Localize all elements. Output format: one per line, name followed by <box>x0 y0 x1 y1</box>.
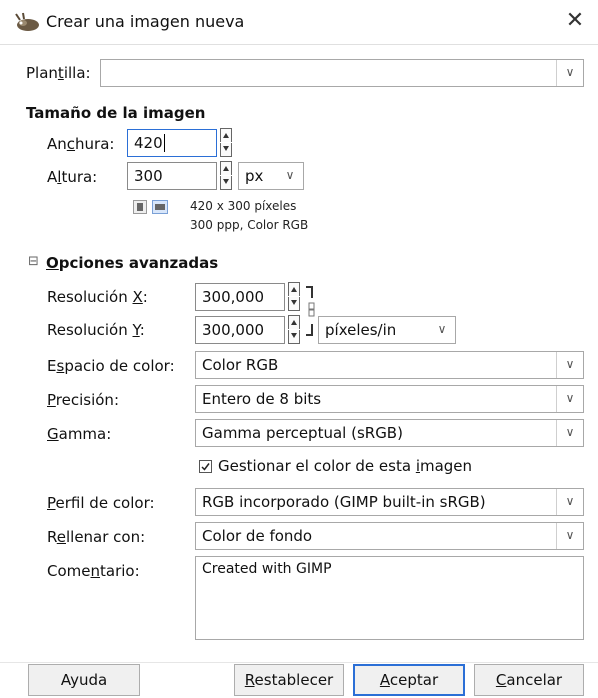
fill-with-select[interactable]: Color de fondo ∨ <box>195 522 584 550</box>
chevron-down-icon: ∨ <box>556 352 583 378</box>
gamma-select[interactable]: Gamma perceptual (sRGB) ∨ <box>195 419 584 447</box>
reset-button[interactable]: Restablecer <box>234 664 344 696</box>
color-profile-select[interactable]: RGB incorporado (GIMP built-in sRGB) ∨ <box>195 488 584 516</box>
color-profile-label: Perfil de color: <box>47 494 155 512</box>
precision-select[interactable]: Entero de 8 bits ∨ <box>195 385 584 413</box>
image-size-heading: Tamaño de la imagen <box>26 104 206 122</box>
template-label: Plantilla: <box>26 64 91 82</box>
height-label: Altura: <box>47 168 98 186</box>
resolution-unit-select[interactable]: píxeles/in ∨ <box>318 316 456 344</box>
comment-value: Created with GIMP <box>202 561 332 577</box>
height-input[interactable]: 300 <box>127 162 217 190</box>
comment-label: Comentario: <box>47 562 140 580</box>
chevron-down-icon: ∨ <box>556 386 583 412</box>
chevron-down-icon: ∨ <box>556 420 583 446</box>
portrait-orientation-icon[interactable] <box>133 200 147 214</box>
image-info-line2: 300 ppp, Color RGB <box>190 218 309 232</box>
comment-textarea[interactable]: Created with GIMP <box>195 556 584 640</box>
resolution-unit-value: píxeles/in <box>325 321 397 339</box>
width-input[interactable]: 420 <box>127 129 217 157</box>
res-y-spinner[interactable] <box>288 315 300 345</box>
colorspace-select[interactable]: Color RGB ∨ <box>195 351 584 379</box>
checkmark-icon <box>201 463 210 471</box>
collapse-toggle-icon[interactable]: ⊟ <box>28 254 39 269</box>
width-spinner[interactable] <box>220 128 232 158</box>
ok-button[interactable]: Aceptar <box>353 664 465 696</box>
precision-value: Entero de 8 bits <box>202 390 322 408</box>
window-title: Crear una imagen nueva <box>46 12 245 31</box>
size-unit-select[interactable]: px ∨ <box>238 162 304 190</box>
chevron-down-icon: ∨ <box>556 523 583 549</box>
manage-color-label[interactable]: Gestionar el color de esta imagen <box>218 457 472 475</box>
chevron-down-icon: ∨ <box>556 60 583 86</box>
cancel-button[interactable]: Cancelar <box>474 664 584 696</box>
res-y-label: Resolución Y: <box>47 321 145 339</box>
landscape-orientation-icon[interactable] <box>152 200 168 214</box>
res-y-input[interactable]: 300,000 <box>195 316 285 344</box>
colorspace-value: Color RGB <box>202 356 279 374</box>
res-x-spinner[interactable] <box>288 282 300 312</box>
gamma-label: Gamma: <box>47 425 112 443</box>
close-icon[interactable]: ✕ <box>562 8 588 34</box>
template-select[interactable]: ∨ <box>100 59 584 87</box>
gimp-wilber-icon <box>15 12 39 31</box>
chevron-down-icon: ∨ <box>556 489 583 515</box>
height-spinner[interactable] <box>220 161 232 191</box>
chain-link-icon[interactable] <box>304 284 318 340</box>
chevron-down-icon: ∨ <box>437 322 447 336</box>
title-divider <box>0 44 598 45</box>
fill-with-value: Color de fondo <box>202 527 313 545</box>
precision-label: Precisión: <box>47 391 119 409</box>
gamma-value: Gamma perceptual (sRGB) <box>202 424 403 442</box>
color-profile-value: RGB incorporado (GIMP built-in sRGB) <box>202 493 486 511</box>
image-info-line1: 420 x 300 píxeles <box>190 199 297 213</box>
width-label: Anchura: <box>47 135 115 153</box>
size-unit-value: px <box>245 167 264 185</box>
advanced-options-heading[interactable]: Opciones avanzadas <box>46 254 218 272</box>
chevron-down-icon: ∨ <box>285 168 295 182</box>
help-button[interactable]: Ayuda <box>28 664 140 696</box>
manage-color-checkbox[interactable] <box>199 460 212 473</box>
res-x-label: Resolución X: <box>47 288 148 306</box>
colorspace-label: Espacio de color: <box>47 357 175 375</box>
bottom-divider <box>0 662 598 663</box>
fill-with-label: Rellenar con: <box>47 528 146 546</box>
res-x-input[interactable]: 300,000 <box>195 283 285 311</box>
